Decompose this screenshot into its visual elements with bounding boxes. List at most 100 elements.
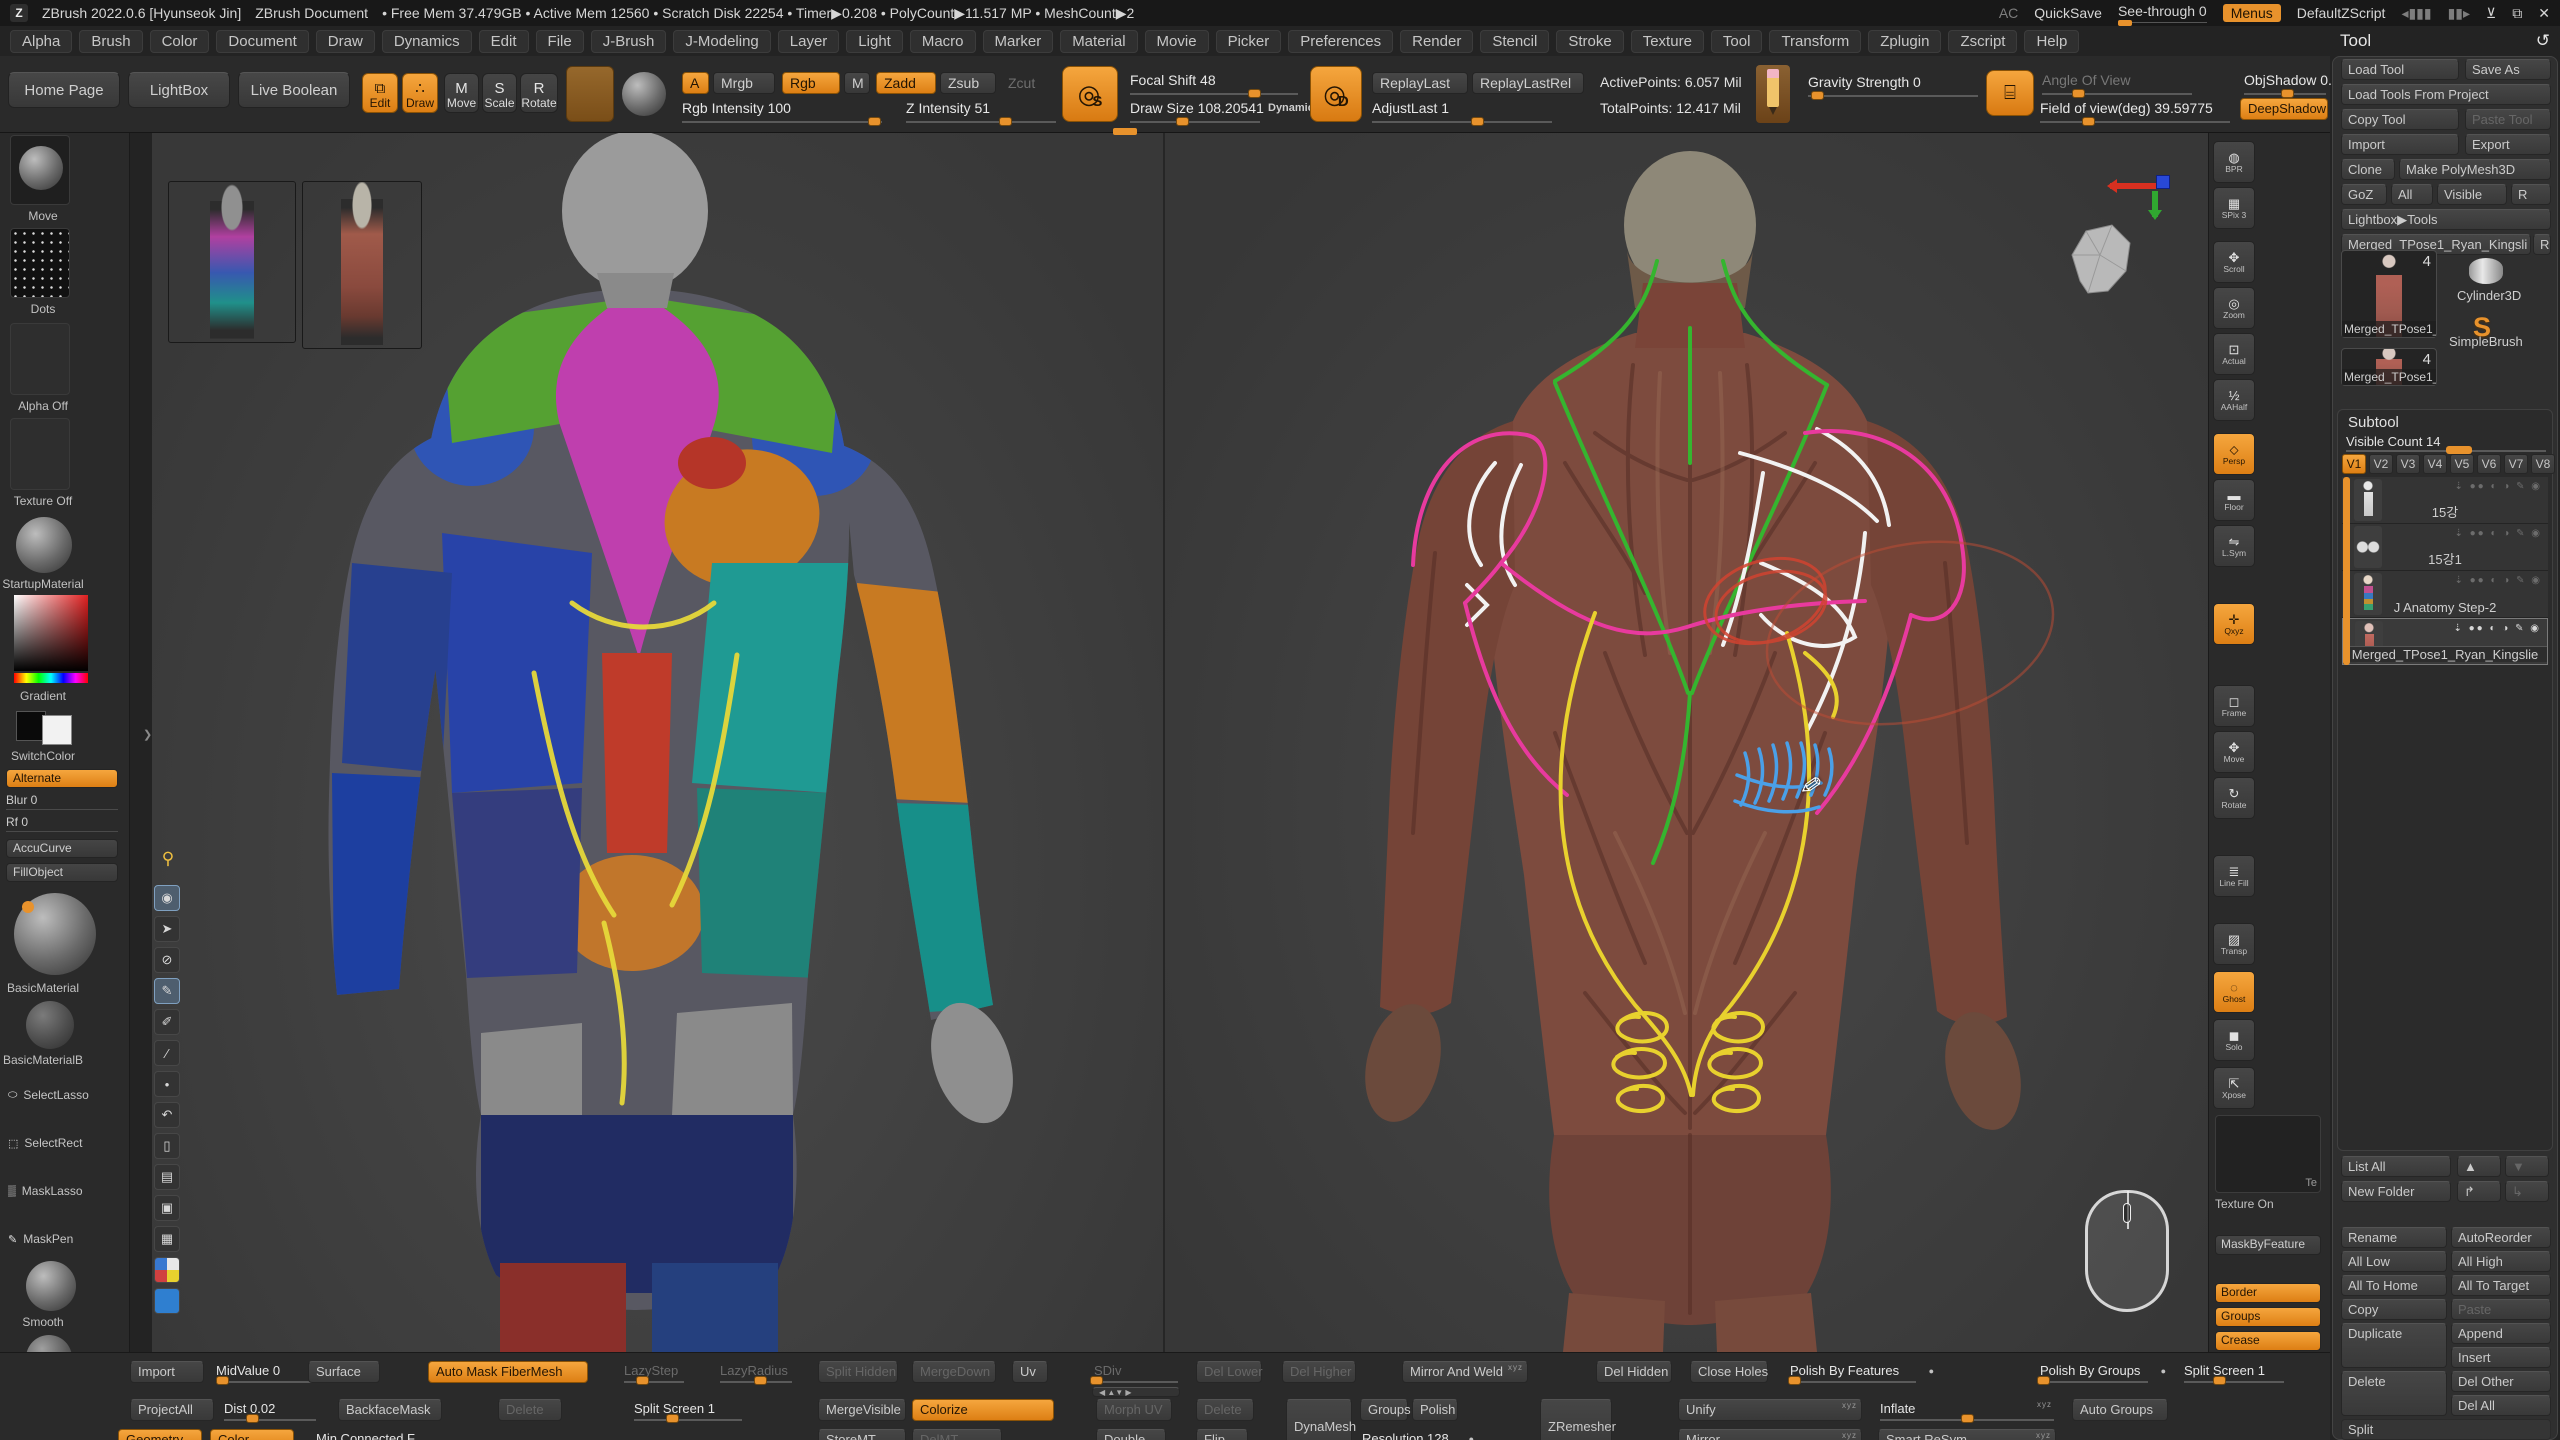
- rename-button[interactable]: Rename: [2341, 1227, 2447, 1248]
- tool-reset-icon[interactable]: ↺: [2536, 31, 2550, 51]
- startup-material-sphere[interactable]: [16, 517, 72, 573]
- menu-item[interactable]: Stencil: [1480, 30, 1549, 53]
- del-higher-button[interactable]: Del Higher: [1282, 1361, 1356, 1383]
- color-picker[interactable]: [14, 595, 88, 671]
- move-button[interactable]: MMove: [444, 73, 479, 113]
- duplicate-button[interactable]: Duplicate: [2341, 1323, 2447, 1368]
- polish-button[interactable]: Polish: [1412, 1399, 1458, 1421]
- line-fill-button[interactable]: ≣Line Fill: [2213, 855, 2255, 897]
- canvas-h-scrollbar[interactable]: [1113, 128, 1137, 135]
- dynamesh-button[interactable]: DynaMesh: [1286, 1399, 1352, 1440]
- select-rect-button[interactable]: ⬚SelectRect: [8, 1136, 120, 1150]
- all-to-target-button[interactable]: All To Target: [2451, 1275, 2551, 1296]
- pencil-icon[interactable]: ✐: [154, 1009, 180, 1035]
- texture-preview[interactable]: Te: [2215, 1115, 2321, 1193]
- storemt-button[interactable]: StoreMT: [818, 1429, 906, 1440]
- viewport-divider[interactable]: [1163, 133, 1165, 1352]
- double-button[interactable]: Double: [1096, 1429, 1166, 1440]
- tray-left-icon[interactable]: ◂▮▮▮: [2401, 5, 2431, 22]
- fill-object-button[interactable]: FillObject: [6, 863, 118, 882]
- focal-shift-slider[interactable]: Focal Shift 48: [1130, 72, 1298, 92]
- flip-button[interactable]: Flip: [1196, 1429, 1248, 1440]
- aahalf-button[interactable]: ½AAHalf: [2213, 379, 2255, 421]
- solo-button[interactable]: ◼Solo: [2213, 1019, 2255, 1061]
- qxyz-button[interactable]: ✛Qxyz: [2213, 603, 2255, 645]
- clipboard-icon[interactable]: ▦: [154, 1226, 180, 1252]
- uv-button[interactable]: Uv: [1012, 1361, 1048, 1383]
- polish-by-features-slider[interactable]: Polish By Features ●: [1788, 1361, 1918, 1383]
- menu-item[interactable]: Macro: [910, 30, 976, 53]
- geometry-button[interactable]: Geometry: [118, 1429, 202, 1440]
- all-high-button[interactable]: All High: [2451, 1251, 2551, 1272]
- menu-item[interactable]: Picker: [1216, 30, 1282, 53]
- hue-bar[interactable]: [14, 673, 88, 683]
- document-canvas[interactable]: ⚲ ◉➤⊘✎✐∕•↶▯▤▣▦ ✎: [152, 133, 2208, 1352]
- view-thumbnail-ecorche[interactable]: [302, 181, 422, 349]
- xpose-button[interactable]: ⇱Xpose: [2213, 1067, 2255, 1109]
- angle-of-view-slider[interactable]: Angle Of View: [2042, 72, 2192, 92]
- left-tray-divider-icon[interactable]: ❯: [143, 728, 152, 741]
- cursor-icon[interactable]: ➤: [154, 916, 180, 942]
- border-button[interactable]: Border: [2215, 1283, 2321, 1303]
- lightbox-button[interactable]: LightBox: [128, 72, 230, 108]
- mrgb-button[interactable]: Mrgb: [713, 72, 775, 94]
- split-screen-slider-2[interactable]: Split Screen 1: [632, 1399, 744, 1421]
- draw-button[interactable]: ∴Draw: [402, 73, 438, 113]
- dist-slider[interactable]: Dist 0.02: [222, 1399, 318, 1421]
- del-hidden-button[interactable]: Del Hidden: [1596, 1361, 1672, 1383]
- m-button[interactable]: M: [844, 72, 870, 94]
- rf-slider[interactable]: Rf 0: [6, 815, 118, 832]
- replay-last-button[interactable]: ReplayLast: [1372, 72, 1468, 94]
- menu-item[interactable]: Document: [216, 30, 308, 53]
- texture-thumbnail[interactable]: [10, 418, 70, 490]
- all-low-button[interactable]: All Low: [2341, 1251, 2447, 1272]
- option-dot[interactable]: ●: [1469, 1434, 1474, 1440]
- eye-icon[interactable]: ◉: [154, 885, 180, 911]
- mask-lasso-button[interactable]: ▒MaskLasso: [8, 1184, 120, 1198]
- home-page-button[interactable]: Home Page: [8, 72, 120, 108]
- groups-button[interactable]: Groups: [1360, 1399, 1408, 1421]
- auto-groups-button[interactable]: Auto Groups: [2072, 1399, 2168, 1421]
- lsym-button[interactable]: ⇋L.Sym: [2213, 525, 2255, 567]
- smart-resym-button[interactable]: Smart ReSym xyz: [1878, 1429, 2056, 1440]
- autoreorder-button[interactable]: AutoReorder: [2451, 1227, 2551, 1248]
- unify-button[interactable]: Unify xyz: [1678, 1399, 1862, 1421]
- mirror-and-weld-button[interactable]: Mirror And Weld xyz: [1402, 1361, 1528, 1383]
- draw-size-slider[interactable]: Draw Size 108.20541: [1130, 100, 1260, 120]
- paste-button[interactable]: Paste: [2451, 1299, 2551, 1320]
- subtool-up-button[interactable]: ▲: [2457, 1156, 2501, 1177]
- auto-mask-fibermesh-button[interactable]: Auto Mask FiberMesh: [428, 1361, 588, 1383]
- colorize-button[interactable]: Colorize: [912, 1399, 1054, 1421]
- a-button[interactable]: A: [682, 72, 709, 94]
- dots-stroke-thumbnail[interactable]: [10, 228, 70, 298]
- trash-icon[interactable]: ▯: [154, 1133, 180, 1159]
- dynamic-toggle[interactable]: Dynamic: [1268, 102, 1314, 114]
- zsub-button[interactable]: Zsub: [940, 72, 996, 94]
- close-button[interactable]: ✕: [2538, 5, 2550, 22]
- focal-shift-icon[interactable]: ◎S: [1062, 66, 1118, 122]
- menu-item[interactable]: Dynamics: [382, 30, 472, 53]
- alpha-thumbnail[interactable]: [10, 323, 70, 395]
- sdiv-stepper[interactable]: ◀ ▲▼ ▶: [1092, 1387, 1180, 1397]
- basic-material-b-sphere[interactable]: [26, 1001, 74, 1049]
- polish-by-groups-slider[interactable]: Polish By Groups ●: [2038, 1361, 2150, 1383]
- menu-item[interactable]: Render: [1400, 30, 1473, 53]
- rotate-button[interactable]: RRotate: [520, 73, 558, 113]
- field-of-view-slider[interactable]: Field of view(deg) 39.59775: [2040, 100, 2230, 120]
- sculptris-pencil-icon[interactable]: [1756, 65, 1790, 123]
- subtool-down-button[interactable]: ▼: [2505, 1156, 2549, 1177]
- menu-item[interactable]: Material: [1060, 30, 1137, 53]
- zoom-button[interactable]: ◎Zoom: [2213, 287, 2255, 329]
- z-intensity-slider[interactable]: Z Intensity 51: [906, 100, 1056, 120]
- tray-right-icon[interactable]: ▮▮▸: [2448, 5, 2470, 22]
- menu-item[interactable]: Color: [150, 30, 210, 53]
- replay-last-rel-button[interactable]: ReplayLastRel: [1472, 72, 1584, 94]
- menu-item[interactable]: Marker: [983, 30, 1054, 53]
- edit-button[interactable]: ⧉Edit: [362, 73, 398, 113]
- lightbulb-icon[interactable]: ⚲: [158, 849, 178, 875]
- insert-button[interactable]: Insert: [2451, 1347, 2551, 1368]
- current-brush-thumbnail[interactable]: [566, 66, 614, 122]
- option-dot[interactable]: ●: [1929, 1366, 1934, 1376]
- surface-button[interactable]: Surface: [308, 1361, 380, 1383]
- zcut-button[interactable]: Zcut: [1000, 72, 1042, 94]
